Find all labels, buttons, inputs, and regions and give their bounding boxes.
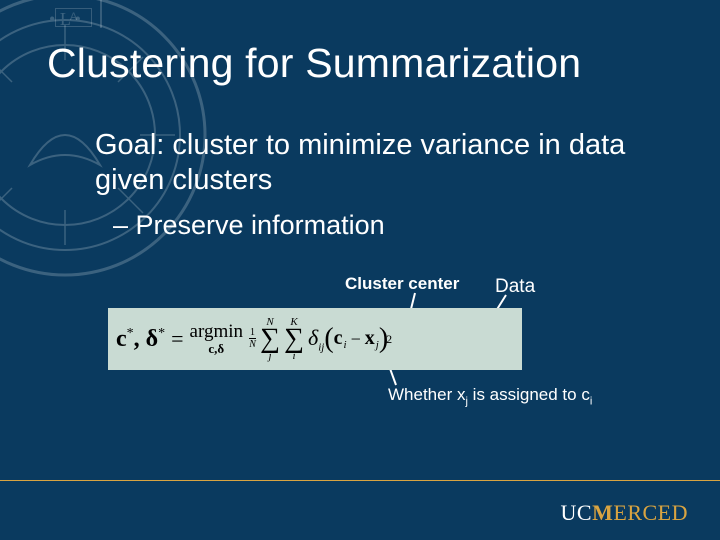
- delta-ij: δij: [308, 325, 324, 353]
- lhs: c*, δ*: [116, 326, 165, 353]
- squared: 2: [386, 332, 392, 347]
- formula-box: c*, δ* = argmin c,δ 1 N N ∑ j K ∑ i δij …: [108, 308, 522, 370]
- equals: =: [171, 326, 183, 352]
- slide-title: Clustering for Summarization: [47, 40, 581, 87]
- corner-badge: A: [55, 8, 92, 27]
- c-i: ci: [334, 327, 347, 351]
- paren-open: (: [324, 323, 333, 355]
- sum-over-j: N ∑ j: [260, 316, 280, 362]
- footer-bar: UCMERCED: [0, 480, 720, 540]
- x-j: xj: [365, 327, 379, 351]
- argmin: argmin c,δ: [190, 321, 243, 357]
- annotation-data: Data: [495, 276, 535, 298]
- annotation-assignment: Whether xj is assigned to ci: [388, 385, 592, 407]
- subbullet-preserve: – Preserve information: [113, 210, 385, 241]
- minus: −: [351, 329, 361, 350]
- fraction-1-over-N: 1 N: [249, 328, 256, 350]
- corner-vline: [100, 0, 102, 28]
- ucmerced-logo: UCMERCED: [561, 500, 688, 526]
- sum-over-i: K ∑ i: [284, 316, 304, 362]
- annotation-cluster-center: Cluster center: [345, 274, 459, 294]
- goal-text: Goal: cluster to minimize variance in da…: [95, 128, 665, 199]
